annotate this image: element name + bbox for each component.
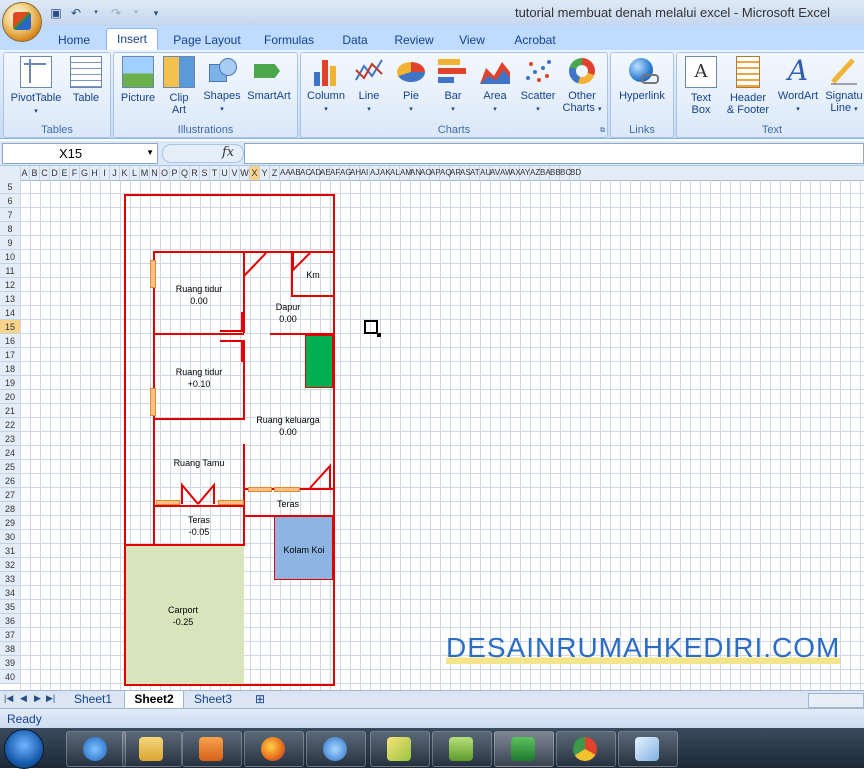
glass-app-icon (635, 737, 659, 761)
room-level: 0.00 (279, 314, 297, 324)
door-swing-bedroom1 (220, 312, 242, 331)
window-bedroom2 (150, 388, 156, 416)
sheet-tab-1[interactable]: Sheet1 (66, 691, 120, 708)
room-kolam-koi: Kolam Koi (276, 544, 332, 556)
room-name: Ruang tidur (176, 367, 223, 377)
office-logo-icon (13, 12, 31, 30)
taskbar-media-player[interactable] (182, 731, 242, 767)
chrome-icon (573, 737, 597, 761)
media-player-icon (199, 737, 223, 761)
door-swing-tamu-left (182, 485, 198, 504)
windows-taskbar (0, 728, 864, 768)
window-tamu-right (218, 500, 244, 505)
taskbar-app-blue[interactable] (306, 731, 366, 767)
globe-icon (323, 737, 347, 761)
room-ruang-tidur-2: Ruang tidur +0.10 (158, 366, 240, 390)
room-ruang-tamu: Ruang Tamu (158, 457, 240, 469)
taskbar-app-green[interactable] (432, 731, 492, 767)
horizontal-scrollbar[interactable] (808, 693, 864, 708)
fill-handle[interactable] (377, 333, 381, 337)
room-ruang-tidur-1: Ruang tidur 0.00 (158, 283, 240, 307)
room-level: -0.05 (189, 527, 210, 537)
window-keluarga-right (274, 487, 300, 492)
taskbar-internet-explorer[interactable] (66, 731, 126, 767)
window-bedroom1 (150, 260, 156, 288)
door-swing-teras (310, 466, 330, 488)
room-name: Carport (168, 605, 198, 615)
taskbar-app-pen[interactable] (370, 731, 430, 767)
room-level: -0.25 (173, 617, 194, 627)
taskbar-chrome[interactable] (556, 731, 616, 767)
door-swing-dapur (244, 253, 266, 276)
window-tamu-left (156, 500, 180, 505)
room-name: Ruang keluarga (256, 415, 320, 425)
taskbar-app-glass[interactable] (618, 731, 678, 767)
window-keluarga-left (248, 487, 272, 492)
next-sheet-icon[interactable]: ▶ (34, 693, 41, 704)
door-swing-bedroom2 (220, 341, 242, 362)
taskbar-excel[interactable] (494, 731, 554, 767)
room-teras-1: Teras (258, 498, 318, 510)
door-swing-tamu-right (198, 485, 214, 504)
sheet-tab-2[interactable]: Sheet2 (124, 691, 184, 709)
sheet-tab-3[interactable]: Sheet3 (186, 691, 240, 708)
active-cell-selection[interactable] (364, 320, 378, 334)
room-level: 0.00 (279, 427, 297, 437)
first-sheet-icon[interactable]: |◀ (4, 693, 13, 704)
watermark-text: DESAINRUMAHKEDIRI.COM (446, 632, 840, 664)
pen-icon (387, 737, 411, 761)
room-name: Dapur (276, 302, 301, 312)
internet-explorer-icon (83, 737, 107, 761)
last-sheet-icon[interactable]: ▶| (46, 693, 55, 704)
office-button[interactable] (2, 2, 42, 42)
sheet-tabs-bar: |◀ ◀ ▶ ▶| Sheet1 Sheet2 Sheet3 ⊞ (0, 690, 864, 709)
status-bar: Ready (0, 708, 864, 729)
room-ruang-keluarga: Ruang keluarga 0.00 (246, 414, 330, 438)
green-app-icon (449, 737, 473, 761)
taskbar-firefox[interactable] (244, 731, 304, 767)
room-carport: Carport -0.25 (142, 604, 224, 628)
room-teras-2: Teras -0.05 (158, 514, 240, 538)
room-name: Teras (188, 515, 210, 525)
folder-icon (139, 737, 163, 761)
taskbar-explorer[interactable] (122, 731, 182, 767)
room-name: Ruang tidur (176, 284, 223, 294)
firefox-icon (261, 737, 285, 761)
room-km: Km (293, 269, 333, 281)
room-level: 0.00 (190, 296, 208, 306)
status-text: Ready (7, 712, 42, 726)
prev-sheet-icon[interactable]: ◀ (20, 693, 27, 704)
room-dapur: Dapur 0.00 (250, 301, 326, 325)
door-swing-km (293, 253, 310, 270)
insert-sheet-icon[interactable]: ⊞ (248, 691, 272, 708)
excel-icon (511, 737, 535, 761)
room-level: +0.10 (188, 379, 211, 389)
start-button[interactable] (4, 729, 44, 769)
